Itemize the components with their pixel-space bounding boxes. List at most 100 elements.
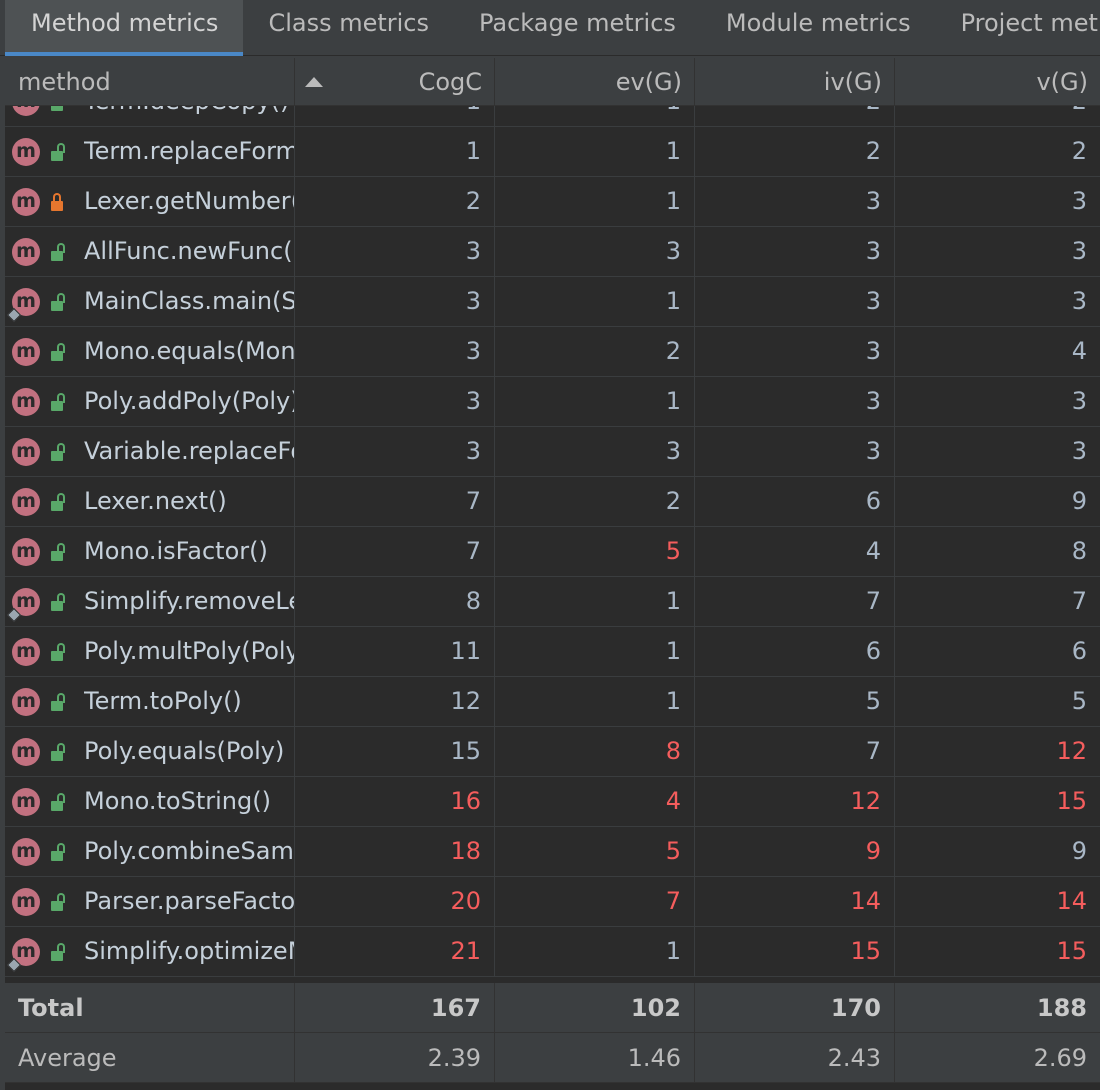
metric-cogc-cell: 3 — [295, 227, 495, 276]
metric-v-cell: 7 — [1071, 587, 1087, 615]
public-unlock-icon — [50, 242, 65, 262]
average-evg: 1.46 — [495, 1033, 695, 1083]
method-name: Poly.multPoly(Poly — [84, 637, 294, 665]
method-icon: m — [12, 187, 40, 216]
table-row[interactable]: m Mono.equals(Mon 3 2 3 4 — [5, 327, 1100, 377]
metric-iv-cell: 3 — [695, 177, 895, 226]
table-row[interactable]: m Lexer.next() 7 2 6 9 — [5, 477, 1100, 527]
table-row[interactable]: m Poly.multPoly(Poly 11 1 6 6 — [5, 627, 1100, 677]
metric-ev-cell: 1 — [495, 677, 695, 726]
table-row[interactable]: m Poly.combineSame 18 5 9 9 — [5, 827, 1100, 877]
public-unlock-icon — [50, 742, 65, 762]
method-icon: m — [12, 537, 40, 566]
metric-cogc-cell: 20 — [295, 877, 495, 926]
method-cell: m Mono.equals(Mon — [5, 327, 295, 376]
metric-v-cell: 5 — [1071, 687, 1087, 715]
column-header-method[interactable]: method — [5, 58, 295, 106]
table-row[interactable]: m Parser.parseFactor 20 7 14 14 — [5, 877, 1100, 927]
metric-ev-cell: 1 — [495, 577, 695, 626]
static-method-icon: m — [12, 587, 40, 616]
method-icon: m — [12, 687, 40, 716]
table-row[interactable]: m Variable.replaceFo 3 3 3 3 — [5, 427, 1100, 477]
table-header: method CogC ev(G) iv(G) v(G) — [5, 58, 1100, 106]
method-cell: m Poly.addPoly(Poly) — [5, 377, 295, 426]
method-icon: m — [12, 237, 40, 266]
method-cell: m Lexer.getNumber( — [5, 177, 295, 226]
column-header-cogc[interactable]: CogC — [295, 58, 495, 106]
metric-v-cell: 9 — [1071, 837, 1087, 865]
metric-iv-cell: 3 — [695, 377, 895, 426]
private-lock-icon — [50, 192, 64, 212]
column-header-evg[interactable]: ev(G) — [495, 58, 695, 106]
method-name: Poly.equals(Poly) — [84, 737, 285, 765]
metric-iv-cell: 5 — [695, 677, 895, 726]
public-unlock-icon — [50, 892, 65, 912]
metric-ev-cell: 4 — [495, 777, 695, 826]
metric-cogc-cell: 8 — [295, 577, 495, 626]
method-name: Simplify.removeLe — [84, 587, 294, 615]
tab-package-metrics[interactable]: Package metrics — [454, 0, 701, 56]
average-label: Average — [5, 1033, 295, 1083]
table-row[interactable]: m Poly.addPoly(Poly) 3 1 3 3 — [5, 377, 1100, 427]
table-row[interactable]: m Poly.equals(Poly) 15 8 7 12 — [5, 727, 1100, 777]
public-unlock-icon — [50, 542, 65, 562]
method-icon: m — [12, 737, 40, 766]
public-unlock-icon — [50, 342, 65, 362]
static-method-icon: m — [12, 287, 40, 316]
metric-cogc-cell: 3 — [295, 377, 495, 426]
table-row[interactable]: m Simplify.removeLe 8 1 7 7 — [5, 577, 1100, 627]
public-unlock-icon — [50, 592, 65, 612]
column-header-vg[interactable]: v(G) — [895, 58, 1100, 106]
method-icon: m — [12, 437, 40, 466]
metric-iv-cell: 15 — [695, 927, 895, 976]
metric-v-cell: 3 — [1071, 387, 1087, 415]
metric-cogc-cell: 16 — [295, 777, 495, 826]
metric-cogc-cell: 3 — [295, 427, 495, 476]
method-name: Parser.parseFactor — [84, 887, 294, 915]
metric-v-cell: 2 — [1071, 137, 1087, 165]
metric-ev-cell: 1 — [495, 177, 695, 226]
tab-method-metrics[interactable]: Method metrics — [5, 0, 244, 56]
public-unlock-icon — [50, 842, 65, 862]
total-vg: 188 — [1036, 994, 1087, 1022]
method-name: Term.replaceForm — [84, 137, 294, 165]
average-ivg: 2.43 — [695, 1033, 895, 1083]
tab-project-metrics[interactable]: Project metrics — [936, 0, 1100, 56]
metric-v-cell: 3 — [1071, 287, 1087, 315]
method-icon: m — [12, 837, 40, 866]
metric-ev-cell: 1 — [495, 927, 695, 976]
column-header-ivg[interactable]: iv(G) — [695, 58, 895, 106]
static-method-icon: m — [12, 937, 40, 966]
table-row[interactable]: m AllFunc.newFunc(S 3 3 3 3 — [5, 227, 1100, 277]
table-row[interactable]: m Mono.toString() 16 4 12 15 — [5, 777, 1100, 827]
table-row[interactable]: m Mono.isFactor() 7 5 4 8 — [5, 527, 1100, 577]
tab-class-metrics[interactable]: Class metrics — [243, 0, 454, 56]
method-name: Mono.isFactor() — [84, 537, 268, 565]
method-cell: m MainClass.main(St — [5, 277, 295, 326]
public-unlock-icon — [50, 792, 65, 812]
table-row[interactable]: m Term.toPoly() 12 1 5 5 — [5, 677, 1100, 727]
public-unlock-icon — [50, 392, 65, 412]
table-row[interactable]: m Lexer.getNumber(2 1 3 3 — [5, 177, 1100, 227]
method-icon: m — [12, 887, 40, 916]
table-row[interactable]: m Term.replaceForm 1 1 2 2 — [5, 127, 1100, 177]
public-unlock-icon — [50, 642, 65, 662]
metric-ev-cell: 1 — [495, 377, 695, 426]
method-icon: m — [12, 387, 40, 416]
table-footer: Total 167 102 170 188 Average 2.39 1.46 … — [5, 983, 1100, 1083]
table-row[interactable]: m MainClass.main(St 3 1 3 3 — [5, 277, 1100, 327]
metric-iv-cell: 7 — [695, 727, 895, 776]
public-unlock-icon — [50, 292, 65, 312]
method-name: Variable.replaceFo — [84, 437, 294, 465]
method-cell: m Variable.replaceFo — [5, 427, 295, 476]
method-cell: m Term.replaceForm — [5, 127, 295, 176]
tab-module-metrics[interactable]: Module metrics — [701, 0, 936, 56]
method-cell: m Simplify.optimizeM — [5, 927, 295, 976]
sort-ascending-icon[interactable] — [305, 77, 323, 87]
public-unlock-icon — [50, 942, 65, 962]
method-cell: m Parser.parseFactor — [5, 877, 295, 926]
metric-iv-cell: 7 — [695, 577, 895, 626]
table-row[interactable]: m Simplify.optimizeM 21 1 15 15 — [5, 927, 1100, 977]
method-cell: m Mono.toString() — [5, 777, 295, 826]
metric-ev-cell: 3 — [495, 227, 695, 276]
